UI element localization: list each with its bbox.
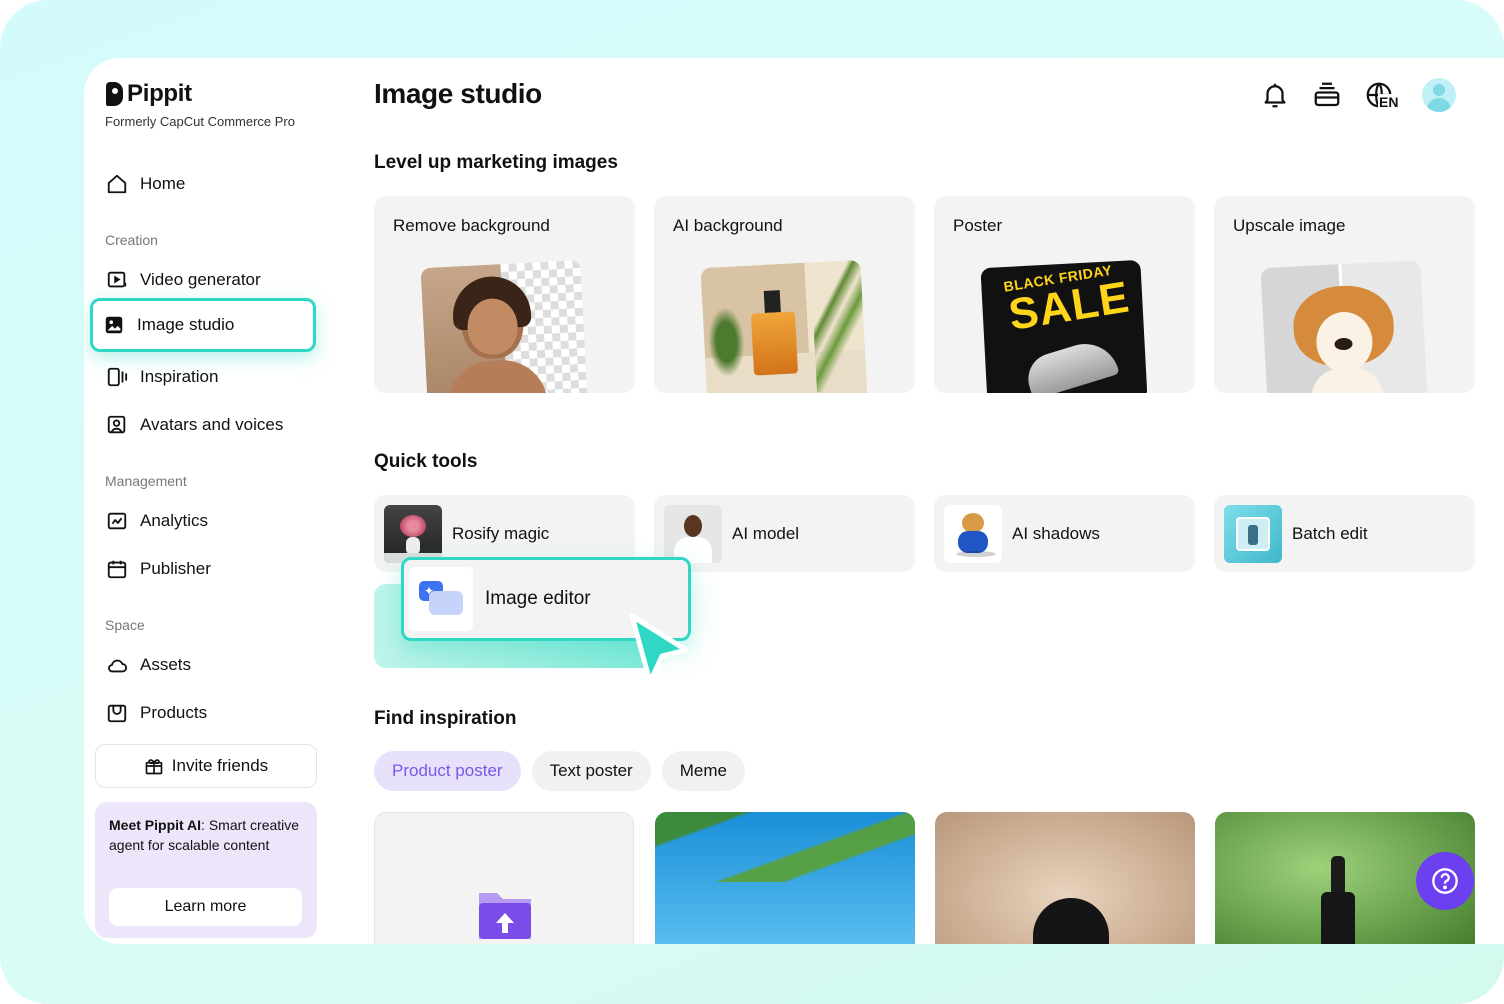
image-editor-icon: ✦ <box>409 567 473 631</box>
image-studio-icon <box>105 316 123 334</box>
app-window: Pippit Formerly CapCut Commerce Pro Home… <box>84 58 1504 944</box>
tool-ai-model[interactable]: AI model <box>654 495 915 572</box>
sidebar-item-image-studio[interactable]: Image studio <box>90 298 316 352</box>
question-icon <box>1432 868 1458 894</box>
section-label-management: Management <box>105 473 187 489</box>
sidebar-item-home[interactable]: Home <box>106 170 185 198</box>
upload-folder-icon <box>479 893 531 939</box>
top-toolbar: EN <box>1260 78 1456 112</box>
learn-more-button[interactable]: Learn more <box>109 888 302 926</box>
home-icon <box>107 174 127 194</box>
card-ai-background[interactable]: AI background <box>654 196 915 393</box>
ai-background-thumbnail <box>700 259 868 393</box>
sidebar-item-analytics[interactable]: Analytics <box>106 507 208 535</box>
section-heading-marketing: Level up marketing images <box>374 152 618 173</box>
stack-icon[interactable] <box>1312 80 1342 110</box>
sidebar: Pippit Formerly CapCut Commerce Pro Home… <box>84 58 334 944</box>
section-heading-quick-tools: Quick tools <box>374 451 478 472</box>
pippit-logo-icon <box>106 82 123 106</box>
sidebar-item-assets[interactable]: Assets <box>106 651 191 679</box>
sidebar-item-publisher[interactable]: Publisher <box>106 555 211 583</box>
sidebar-item-inspiration[interactable]: Inspiration <box>106 363 218 391</box>
sidebar-item-avatars[interactable]: Avatars and voices <box>106 411 283 439</box>
section-label-creation: Creation <box>105 232 158 248</box>
tool-batch-edit[interactable]: Batch edit <box>1214 495 1475 572</box>
brand-tagline: Formerly CapCut Commerce Pro <box>105 114 295 129</box>
help-button[interactable] <box>1416 852 1474 910</box>
mouse-cursor-icon <box>629 613 689 685</box>
card-remove-background[interactable]: Remove background <box>374 196 635 393</box>
page-title: Image studio <box>374 78 542 109</box>
batch-edit-thumbnail <box>1224 504 1282 563</box>
product-box-icon <box>107 704 127 723</box>
analytics-icon <box>107 512 127 530</box>
section-heading-inspiration: Find inspiration <box>374 708 517 729</box>
invite-friends-button[interactable]: Invite friends <box>95 744 317 788</box>
gift-icon <box>145 759 163 775</box>
tool-ai-shadows[interactable]: AI shadows <box>934 495 1195 572</box>
user-avatar[interactable] <box>1422 78 1456 112</box>
section-label-space: Space <box>105 617 145 633</box>
bell-icon[interactable] <box>1260 80 1290 110</box>
video-generator-icon <box>107 271 127 288</box>
chip-meme[interactable]: Meme <box>661 751 745 791</box>
inspiration-thumbnail-2[interactable] <box>935 812 1195 944</box>
inspiration-thumbnail-1[interactable] <box>655 812 915 944</box>
promo-card: Meet Pippit AI: Smart creative agent for… <box>95 802 317 938</box>
remove-background-thumbnail <box>420 259 588 393</box>
logo[interactable]: Pippit <box>106 80 192 108</box>
upscale-thumbnail <box>1260 259 1428 393</box>
calendar-icon <box>107 560 127 579</box>
upload-card[interactable] <box>374 812 634 944</box>
chip-product-poster[interactable]: Product poster <box>374 751 521 791</box>
inspiration-icon <box>107 367 128 387</box>
language-selector[interactable]: EN <box>1364 80 1400 110</box>
card-poster[interactable]: Poster BLACK FRIDAY SALE <box>934 196 1195 393</box>
background-frame: Pippit Formerly CapCut Commerce Pro Home… <box>0 0 1504 1004</box>
brand-name: Pippit <box>127 80 192 107</box>
avatar-voice-icon <box>107 415 126 434</box>
cloud-icon <box>108 659 128 673</box>
rosify-thumbnail <box>384 504 442 563</box>
ai-shadows-thumbnail <box>944 504 1002 563</box>
poster-thumbnail: BLACK FRIDAY SALE <box>980 259 1148 393</box>
card-upscale-image[interactable]: Upscale image <box>1214 196 1475 393</box>
ai-model-thumbnail <box>664 504 722 563</box>
language-code: EN <box>1378 94 1400 110</box>
sidebar-item-products[interactable]: Products <box>106 699 207 727</box>
sidebar-item-video-generator[interactable]: Video generator <box>106 266 261 294</box>
promo-text: Meet Pippit AI: Smart creative agent for… <box>109 817 300 853</box>
chip-text-poster[interactable]: Text poster <box>531 751 651 791</box>
inspiration-filter-chips: Product poster Text poster Meme <box>374 751 745 791</box>
